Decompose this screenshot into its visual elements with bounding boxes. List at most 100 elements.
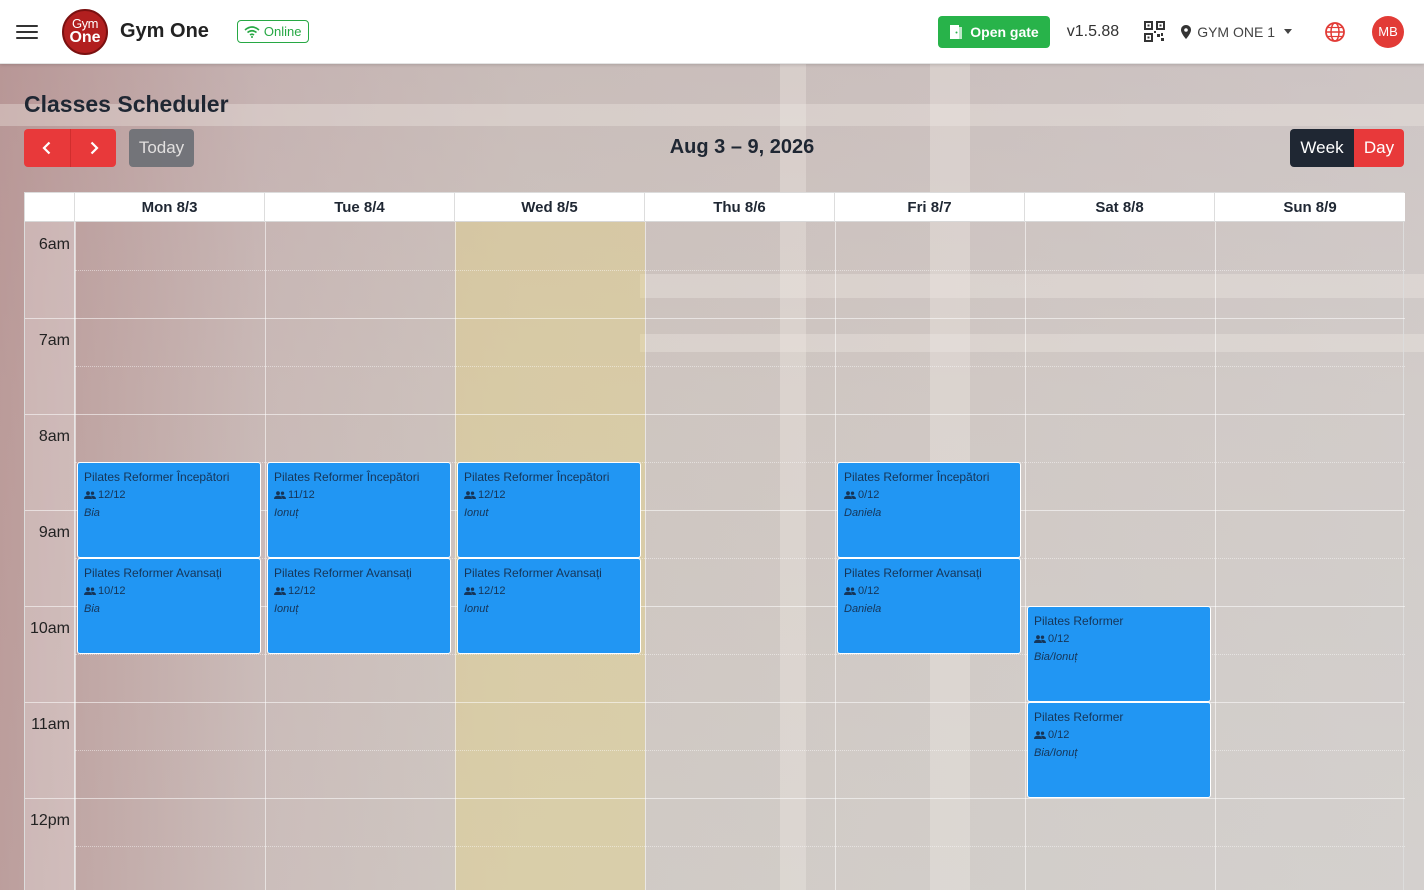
- app-title: Gym One: [120, 20, 209, 42]
- nav-button-group: [24, 129, 116, 167]
- prev-week-button[interactable]: [24, 129, 70, 167]
- event-title: Pilates Reformer Avansați: [844, 566, 982, 580]
- event-trainer: Ionut: [464, 507, 489, 519]
- event-trainer: Ionut: [464, 603, 489, 615]
- open-gate-label: Open gate: [970, 23, 1039, 40]
- event-title: Pilates Reformer Avansați: [464, 566, 602, 580]
- page-title: Classes Scheduler: [24, 91, 229, 117]
- event-capacity-value: 0/12: [858, 585, 880, 597]
- time-label: 10am: [29, 620, 70, 637]
- class-event[interactable]: Pilates Reformer Avansați 12/12 Ionuț: [267, 558, 451, 654]
- event-capacity: 0/12: [844, 585, 1014, 597]
- day-header: Sat 8/8: [1025, 193, 1215, 222]
- class-event[interactable]: Pilates Reformer Avansați 0/12 Daniela: [837, 558, 1021, 654]
- class-event[interactable]: Pilates Reformer Începători 12/12 Ionut: [457, 462, 641, 558]
- event-capacity-value: 12/12: [478, 489, 506, 501]
- event-capacity: 12/12: [464, 585, 634, 597]
- calendar-header: Mon 8/3 Tue 8/4 Wed 8/5 Thu 8/6 Fri 8/7 …: [25, 193, 1405, 222]
- event-capacity-value: 12/12: [288, 585, 316, 597]
- day-gridline: [75, 222, 76, 890]
- hamburger-menu-icon[interactable]: [14, 22, 40, 42]
- event-trainer: Ionuț: [274, 507, 299, 519]
- event-trainer: Bia: [84, 507, 100, 519]
- class-event[interactable]: Pilates Reformer 0/12 Bia/Ionuț: [1027, 606, 1211, 702]
- view-switcher: Week Day: [1290, 129, 1404, 167]
- people-icon: [274, 587, 286, 595]
- day-gridline: [1025, 222, 1026, 890]
- day-gridline: [835, 222, 836, 890]
- hour-gridline: [25, 414, 1405, 415]
- class-event[interactable]: Pilates Reformer Avansați 12/12 Ionut: [457, 558, 641, 654]
- day-gridline: [455, 222, 456, 890]
- calendar-toolbar: Today Aug 3 – 9, 2026 Week Day: [24, 129, 1404, 167]
- chevron-down-icon: [1284, 29, 1292, 34]
- day-gridline: [1215, 222, 1216, 890]
- user-avatar[interactable]: MB: [1372, 15, 1404, 48]
- day-view-button[interactable]: Day: [1354, 129, 1404, 167]
- calendar-body: 6am 7am 8am 9am 10am 11am 12pm Pilates R…: [25, 222, 1405, 890]
- event-title: Pilates Reformer Începători: [274, 470, 420, 484]
- today-button[interactable]: Today: [129, 129, 194, 167]
- people-icon: [274, 491, 286, 499]
- people-icon: [1034, 731, 1046, 739]
- date-range-title: Aug 3 – 9, 2026: [669, 136, 815, 158]
- calendar-corner: [25, 193, 75, 222]
- day-header: Wed 8/5: [455, 193, 645, 222]
- event-capacity: 12/12: [464, 489, 634, 501]
- event-title: Pilates Reformer Începători: [464, 470, 610, 484]
- time-label: 12pm: [29, 812, 70, 829]
- time-label: 9am: [38, 524, 70, 541]
- event-title: Pilates Reformer Avansați: [84, 566, 222, 580]
- door-icon: [950, 24, 963, 39]
- next-week-button[interactable]: [70, 129, 116, 167]
- event-capacity: 11/12: [274, 489, 444, 501]
- top-bar: Gym One Gym One Online Open gate v1.5.88…: [0, 0, 1424, 64]
- online-status-badge: Online: [236, 20, 309, 43]
- class-event[interactable]: Pilates Reformer Începători 0/12 Daniela: [837, 462, 1021, 558]
- week-view-button[interactable]: Week: [1290, 129, 1354, 167]
- day-header: Mon 8/3: [75, 193, 265, 222]
- day-header: Tue 8/4: [265, 193, 455, 222]
- event-capacity-value: 0/12: [1048, 729, 1070, 741]
- logo-text-bottom: One: [69, 29, 101, 46]
- event-title: Pilates Reformer Începători: [84, 470, 230, 484]
- event-capacity-value: 11/12: [288, 489, 315, 501]
- day-header: Fri 8/7: [835, 193, 1025, 222]
- event-capacity-value: 12/12: [98, 489, 126, 501]
- people-icon: [464, 587, 476, 595]
- event-capacity: 10/12: [84, 585, 254, 597]
- event-trainer: Daniela: [844, 603, 882, 615]
- open-gate-button[interactable]: Open gate: [938, 15, 1050, 48]
- class-event[interactable]: Pilates Reformer Avansați 10/12 Bia: [77, 558, 261, 654]
- people-icon: [1034, 635, 1046, 643]
- people-icon: [464, 491, 476, 499]
- time-axis: 6am 7am 8am 9am 10am 11am 12pm: [25, 222, 75, 890]
- event-title: Pilates Reformer: [1034, 710, 1124, 724]
- gym-logo[interactable]: Gym One: [62, 8, 108, 55]
- event-capacity-value: 10/12: [98, 585, 126, 597]
- class-event[interactable]: Pilates Reformer Începători 12/12 Bia: [77, 462, 261, 558]
- event-trainer: Bia/Ionuț: [1034, 747, 1078, 759]
- day-gridline: [265, 222, 266, 890]
- day-header: Thu 8/6: [645, 193, 835, 222]
- hour-gridline: [25, 318, 1405, 319]
- online-status-label: Online: [263, 24, 302, 39]
- location-selector[interactable]: GYM ONE 1: [1181, 24, 1292, 40]
- chevron-right-icon: [90, 141, 99, 155]
- app-version: v1.5.88: [1066, 22, 1120, 40]
- qr-code-icon[interactable]: [1144, 21, 1166, 42]
- time-label: 8am: [38, 428, 70, 445]
- event-trainer: Bia: [84, 603, 100, 615]
- class-event[interactable]: Pilates Reformer Începători 11/12 Ionuț: [267, 462, 451, 558]
- time-label: 11am: [31, 716, 70, 733]
- globe-icon[interactable]: [1324, 21, 1346, 43]
- people-icon: [844, 491, 856, 499]
- people-icon: [84, 491, 96, 499]
- class-event[interactable]: Pilates Reformer 0/12 Bia/Ionuț: [1027, 702, 1211, 798]
- chevron-left-icon: [42, 141, 51, 155]
- event-capacity: 12/12: [84, 489, 254, 501]
- location-label: GYM ONE 1: [1197, 23, 1275, 40]
- event-trainer: Ionuț: [274, 603, 299, 615]
- event-capacity: 12/12: [274, 585, 444, 597]
- half-hour-gridline: [75, 270, 1405, 271]
